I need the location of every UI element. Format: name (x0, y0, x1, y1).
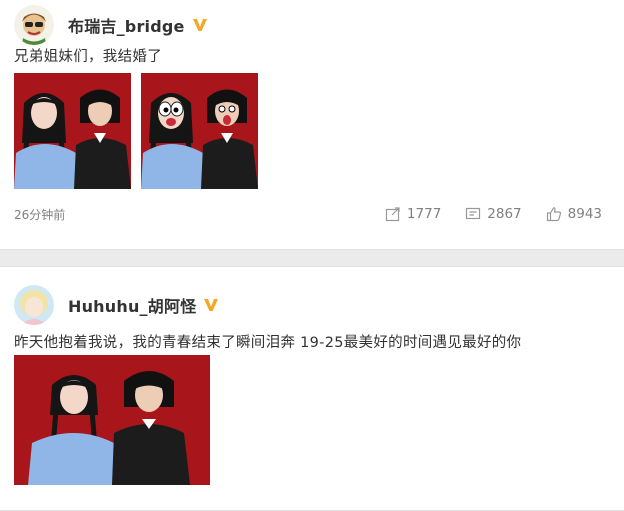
repost-count: 1777 (406, 206, 442, 222)
username[interactable]: Huhuhu_胡阿怪 (68, 293, 196, 317)
weibo-post-1: 布瑞吉_bridge 兄弟姐妹们，我结婚了 26分钟前 1777 2867 89… (0, 0, 624, 250)
comment-count: 2867 (487, 206, 522, 222)
repost-icon (385, 207, 400, 222)
verified-badge-icon (192, 19, 207, 31)
user-avatar[interactable] (14, 5, 54, 45)
like-icon (546, 207, 561, 222)
post-text: 昨天他抱着我说，我的青春结束了瞬间泪奔 19-25最美好的时间遇见最好的你 (14, 335, 522, 351)
repost-button[interactable]: 1777 (385, 206, 441, 222)
comment-button[interactable]: 2867 (465, 206, 522, 222)
post-photo-2[interactable] (141, 73, 258, 189)
like-count: 8943 (567, 206, 602, 222)
post-photo-1[interactable] (14, 73, 131, 189)
post-actions: 1777 2867 8943 (385, 206, 602, 222)
post-photo-1[interactable] (14, 355, 210, 485)
post-text: 兄弟姐妹们，我结婚了 (14, 49, 162, 65)
comment-icon (466, 207, 481, 220)
post-header: 布瑞吉_bridge (14, 5, 209, 45)
post-timestamp: 26分钟前 (14, 208, 66, 222)
weibo-post-2: Huhuhu_胡阿怪 昨天他抱着我说，我的青春结束了瞬间泪奔 19-25最美好的… (0, 266, 624, 511)
user-avatar[interactable] (14, 285, 54, 325)
post-header: Huhuhu_胡阿怪 (14, 285, 220, 325)
like-button[interactable]: 8943 (546, 206, 602, 222)
verified-badge-icon (204, 299, 219, 311)
username[interactable]: 布瑞吉_bridge (68, 13, 185, 37)
